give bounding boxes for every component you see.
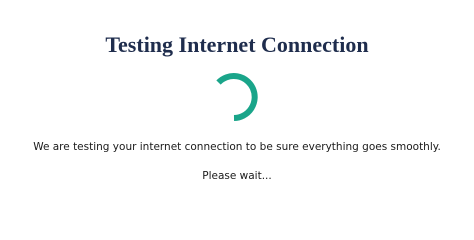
loading-spinner-icon [208, 71, 260, 123]
page-title: Testing Internet Connection [105, 32, 369, 57]
status-message: We are testing your internet connection … [33, 141, 441, 153]
wait-text: Please wait... [202, 170, 272, 182]
connection-test-page: Testing Internet Connection We are testi… [0, 0, 474, 223]
